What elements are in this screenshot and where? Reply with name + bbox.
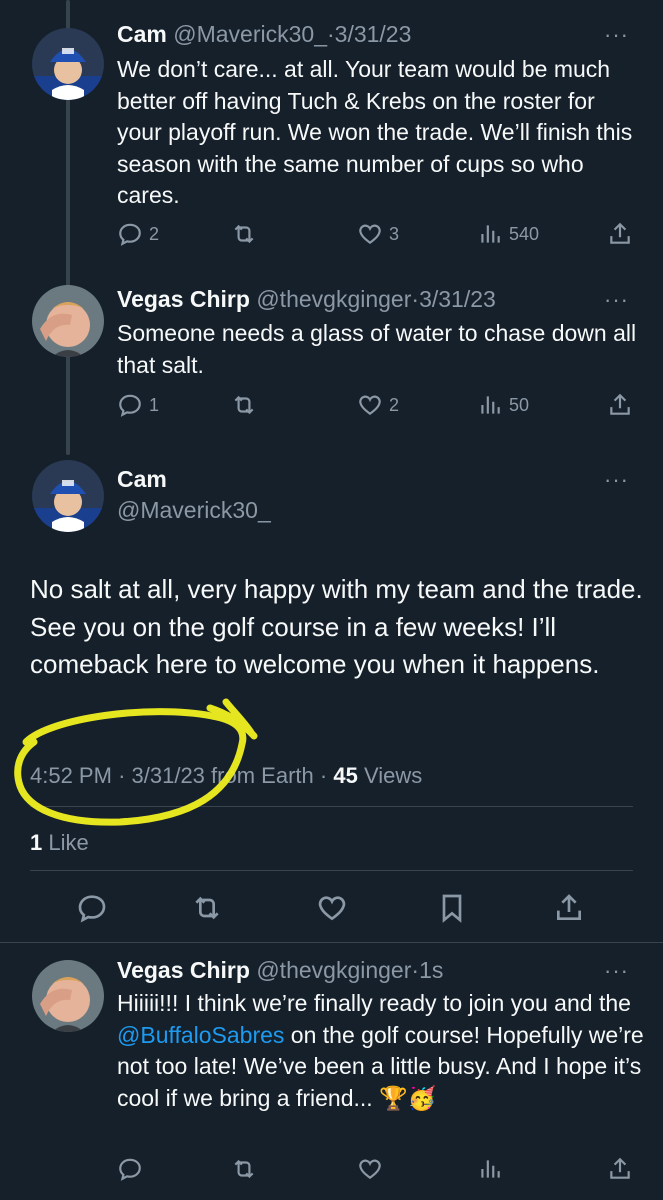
like-button[interactable] [316,892,348,924]
tweet-text-part1: Hiiiii!!! I think we’re finally ready to… [117,990,631,1016]
share-icon [557,894,581,920]
divider [0,942,663,943]
like-count: 2 [389,394,400,415]
more-options-icon[interactable]: ··· [604,960,629,982]
heart-icon [359,224,381,244]
retweet-button[interactable] [231,1156,257,1182]
views-count: 540 [509,223,540,244]
views-label: Views [363,763,423,788]
tweet-date[interactable]: 3/31/23 [335,21,412,47]
retweet-button[interactable] [231,221,257,247]
tweet-header: Vegas Chirp @thevgkginger·3/31/23 [117,285,496,313]
share-button[interactable] [553,892,585,924]
retweet-icon [234,224,254,244]
handle[interactable]: @thevgkginger [256,957,411,983]
display-name[interactable]: Vegas Chirp [117,286,250,312]
reply-count: 2 [149,223,160,244]
tweet-text: No salt at all, very happy with my team … [30,574,643,679]
reply-button[interactable]: 2 [117,221,159,247]
heart-icon [359,395,381,415]
tweet-actions [117,1156,633,1186]
avatar-vegas[interactable] [32,960,104,1032]
display-name[interactable]: Cam [117,21,167,47]
views-button[interactable] [477,1156,503,1182]
retweet-icon [234,395,254,415]
retweet-icon [234,1159,254,1179]
share-icon [610,393,630,415]
emoji-trophy-party: 🏆🥳 [379,1084,437,1111]
views-button[interactable]: 540 [477,221,539,247]
reply-icon [119,1158,141,1181]
tweet-text: Someone needs a glass of water to chase … [117,320,637,378]
main-tweet-actions [76,892,585,926]
like-button[interactable] [357,1156,383,1182]
tweet-date[interactable]: 3/31/23 [419,286,496,312]
retweet-icon [195,896,219,920]
more-options-icon[interactable]: ··· [604,469,629,491]
reply-button[interactable]: 1 [117,392,159,418]
views-icon [481,396,500,414]
separator-dot: · [411,286,420,312]
tweet-header: Vegas Chirp @thevgkginger·1s [117,956,443,984]
views-count: 50 [509,394,530,415]
avatar-image [32,28,104,100]
more-options-icon[interactable]: ··· [604,289,629,311]
more-options-icon[interactable]: ··· [604,24,629,46]
display-name[interactable]: Cam [117,466,167,493]
handle[interactable]: @Maverick30_ [173,21,327,47]
avatar-image [32,285,104,357]
highlight-circle-annotation [14,698,258,826]
bookmark-button[interactable] [436,892,468,924]
reply-icon [78,895,106,923]
bookmark-icon [442,894,462,923]
share-button[interactable] [607,392,633,418]
share-icon [610,1157,630,1179]
tweet-text: We don’t care... at all. Your team would… [117,56,633,208]
separator-dot: · [326,21,335,47]
avatar-image [32,960,104,1032]
views-icon [481,225,500,243]
separator-dot: · [319,763,328,788]
heart-icon [359,1159,381,1179]
avatar-image [32,460,104,532]
reply-button[interactable] [117,1156,143,1182]
share-icon [610,222,630,244]
mention-link[interactable]: @BuffaloSabres [117,1022,284,1048]
retweet-button[interactable] [231,392,257,418]
tweet-header: Cam @Maverick30_·3/31/23 [117,20,411,48]
tweet-actions: 2 3 540 [117,221,633,251]
views-icon [481,1160,500,1178]
avatar-vegas[interactable] [32,285,104,357]
retweet-button[interactable] [191,892,223,924]
display-name[interactable]: Vegas Chirp [117,957,250,983]
handle[interactable]: @thevgkginger [256,286,411,312]
like-count: 3 [389,223,400,244]
tweet-text: Hiiiii!!! I think we’re finally ready to… [117,988,647,1114]
reply-button[interactable] [76,892,108,924]
reply-icon [119,394,141,417]
tweet-actions: 1 2 50 [117,392,633,422]
tweet-time[interactable]: 1s [419,957,443,983]
separator-dot: · [411,957,420,983]
reply-count: 1 [149,394,160,415]
heart-icon [318,896,346,921]
avatar-cam[interactable] [32,28,104,100]
divider [30,870,633,871]
share-button[interactable] [607,1156,633,1182]
like-button[interactable]: 3 [357,221,399,247]
handle[interactable]: @Maverick30_ [117,497,271,524]
reply-icon [119,223,141,246]
views-count: 45 [333,763,358,788]
like-button[interactable]: 2 [357,392,399,418]
views-button[interactable]: 50 [477,392,529,418]
share-button[interactable] [607,221,633,247]
avatar-cam[interactable] [32,460,104,532]
